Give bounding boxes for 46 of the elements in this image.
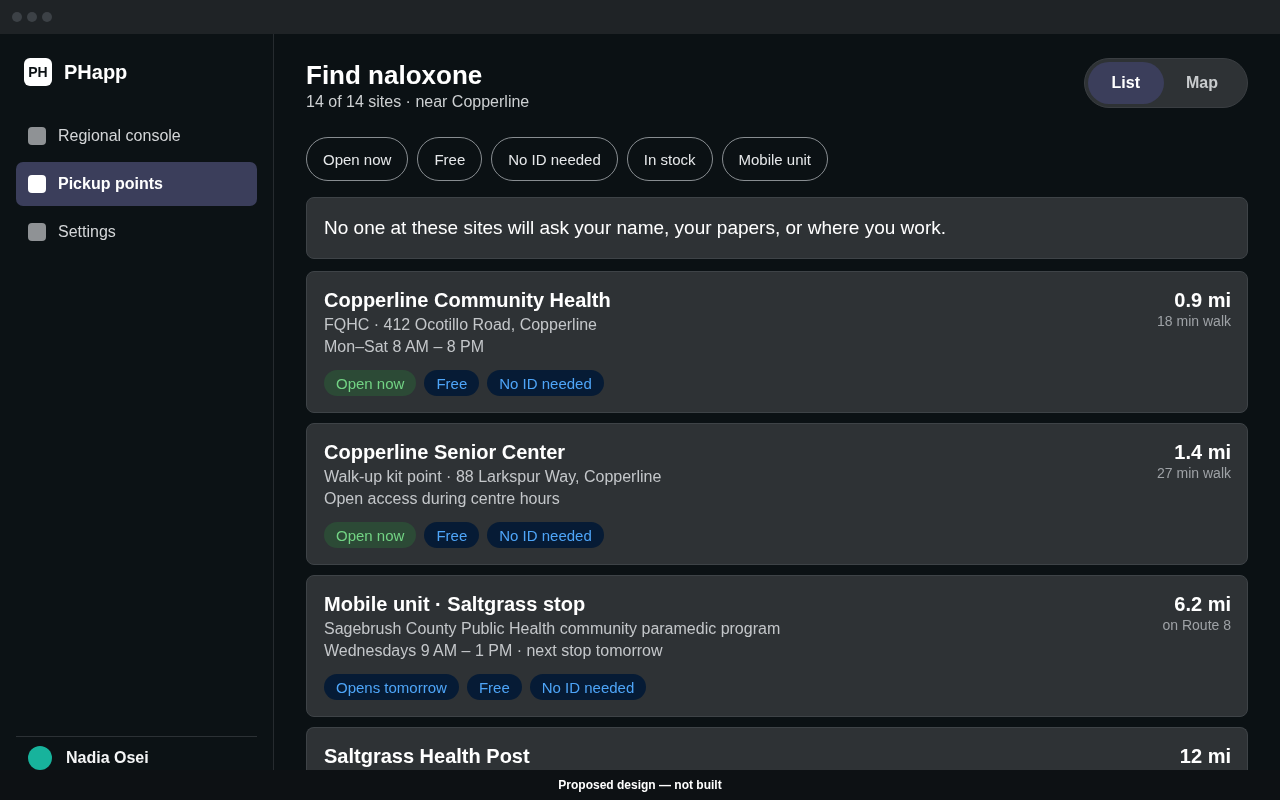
site-tag: No ID needed (487, 370, 604, 396)
site-hours: Wednesdays 9 AM – 1 PM · next stop tomorrow (324, 641, 663, 661)
site-hours: Mon–Sat 8 AM – 8 PM (324, 337, 485, 357)
site-tag: Open now (324, 370, 417, 396)
distance: 0.9 mi (1174, 288, 1231, 312)
user-name: Nadia Osei (66, 749, 149, 767)
site-name: Saltgrass Health Post (324, 744, 530, 768)
site-tag: Open now (324, 522, 417, 548)
site-details: Walk-up kit point · 88 Larkspur Way, Copperline (324, 467, 662, 487)
square-icon (28, 175, 46, 193)
sidebar-item[interactable]: Regional console (16, 114, 257, 158)
site-details: FQHC · 412 Ocotillo Road, Copperline (324, 315, 597, 335)
distance: 12 mi (1179, 744, 1231, 768)
site-tag: No ID needed (529, 674, 647, 700)
view-toggle[interactable]: List Map (1083, 58, 1248, 108)
site-details: Sagebrush County Public Health community paramedic program (324, 619, 781, 639)
site-tag: Free (466, 674, 522, 700)
page-title: Find naloxone (306, 60, 484, 90)
site-hours: Open access during centre hours (324, 489, 560, 509)
travel-time: 18 min walk (1157, 312, 1231, 330)
app-name: PHapp (64, 60, 128, 84)
view-tab[interactable]: Map (1164, 62, 1244, 104)
app-logo: PH (24, 58, 52, 86)
sidebar-item[interactable]: Settings (16, 210, 257, 254)
site-tag: Free (424, 370, 480, 396)
privacy-notice: No one at these sites will ask your name, your papers, or where you work. (306, 197, 1248, 259)
site-tag: No ID needed (487, 522, 604, 548)
distance: 1.4 mi (1174, 440, 1231, 464)
distance: 6.2 mi (1174, 592, 1231, 616)
site-tag: Free (424, 522, 480, 548)
sidebar-item[interactable]: Pickup points (16, 162, 257, 206)
site-name: Copperline Community Health (324, 288, 611, 312)
results-summary: 14 of 14 sites · near Copperline (306, 92, 530, 112)
site-card[interactable]: Copperline Senior Center Walk-up kit point · 88 Larkspur Way, Copperline Open access during centre hours Open now Free No ID needed 1.4 mi 27 min walk (306, 423, 1248, 565)
site-card[interactable]: Copperline Community Health FQHC · 412 Ocotillo Road, Copperline Mon–Sat 8 AM – 8 PM Open now Free No ID needed 0.9 mi 18 min walk (306, 271, 1248, 413)
site-tag: Opens tomorrow (324, 674, 459, 700)
view-tab[interactable]: List (1087, 62, 1164, 104)
site-card[interactable]: Mobile unit · Saltgrass stop Sagebrush County Public Health community paramedic program Wednesdays 9 AM – 1 PM · next stop tomorrow Opens tomorrow Free No ID needed 6.2 mi on Route 8 (306, 575, 1248, 717)
avatar-icon (28, 746, 52, 770)
square-icon (28, 127, 46, 145)
site-name: Mobile unit · Saltgrass stop (324, 592, 586, 616)
travel-time: on Route 8 (1162, 616, 1231, 634)
square-icon (28, 223, 46, 241)
site-name: Copperline Senior Center (324, 440, 566, 464)
travel-time: 27 min walk (1157, 464, 1231, 482)
site-card[interactable]: Saltgrass Health Post 12 mi (306, 727, 1248, 770)
